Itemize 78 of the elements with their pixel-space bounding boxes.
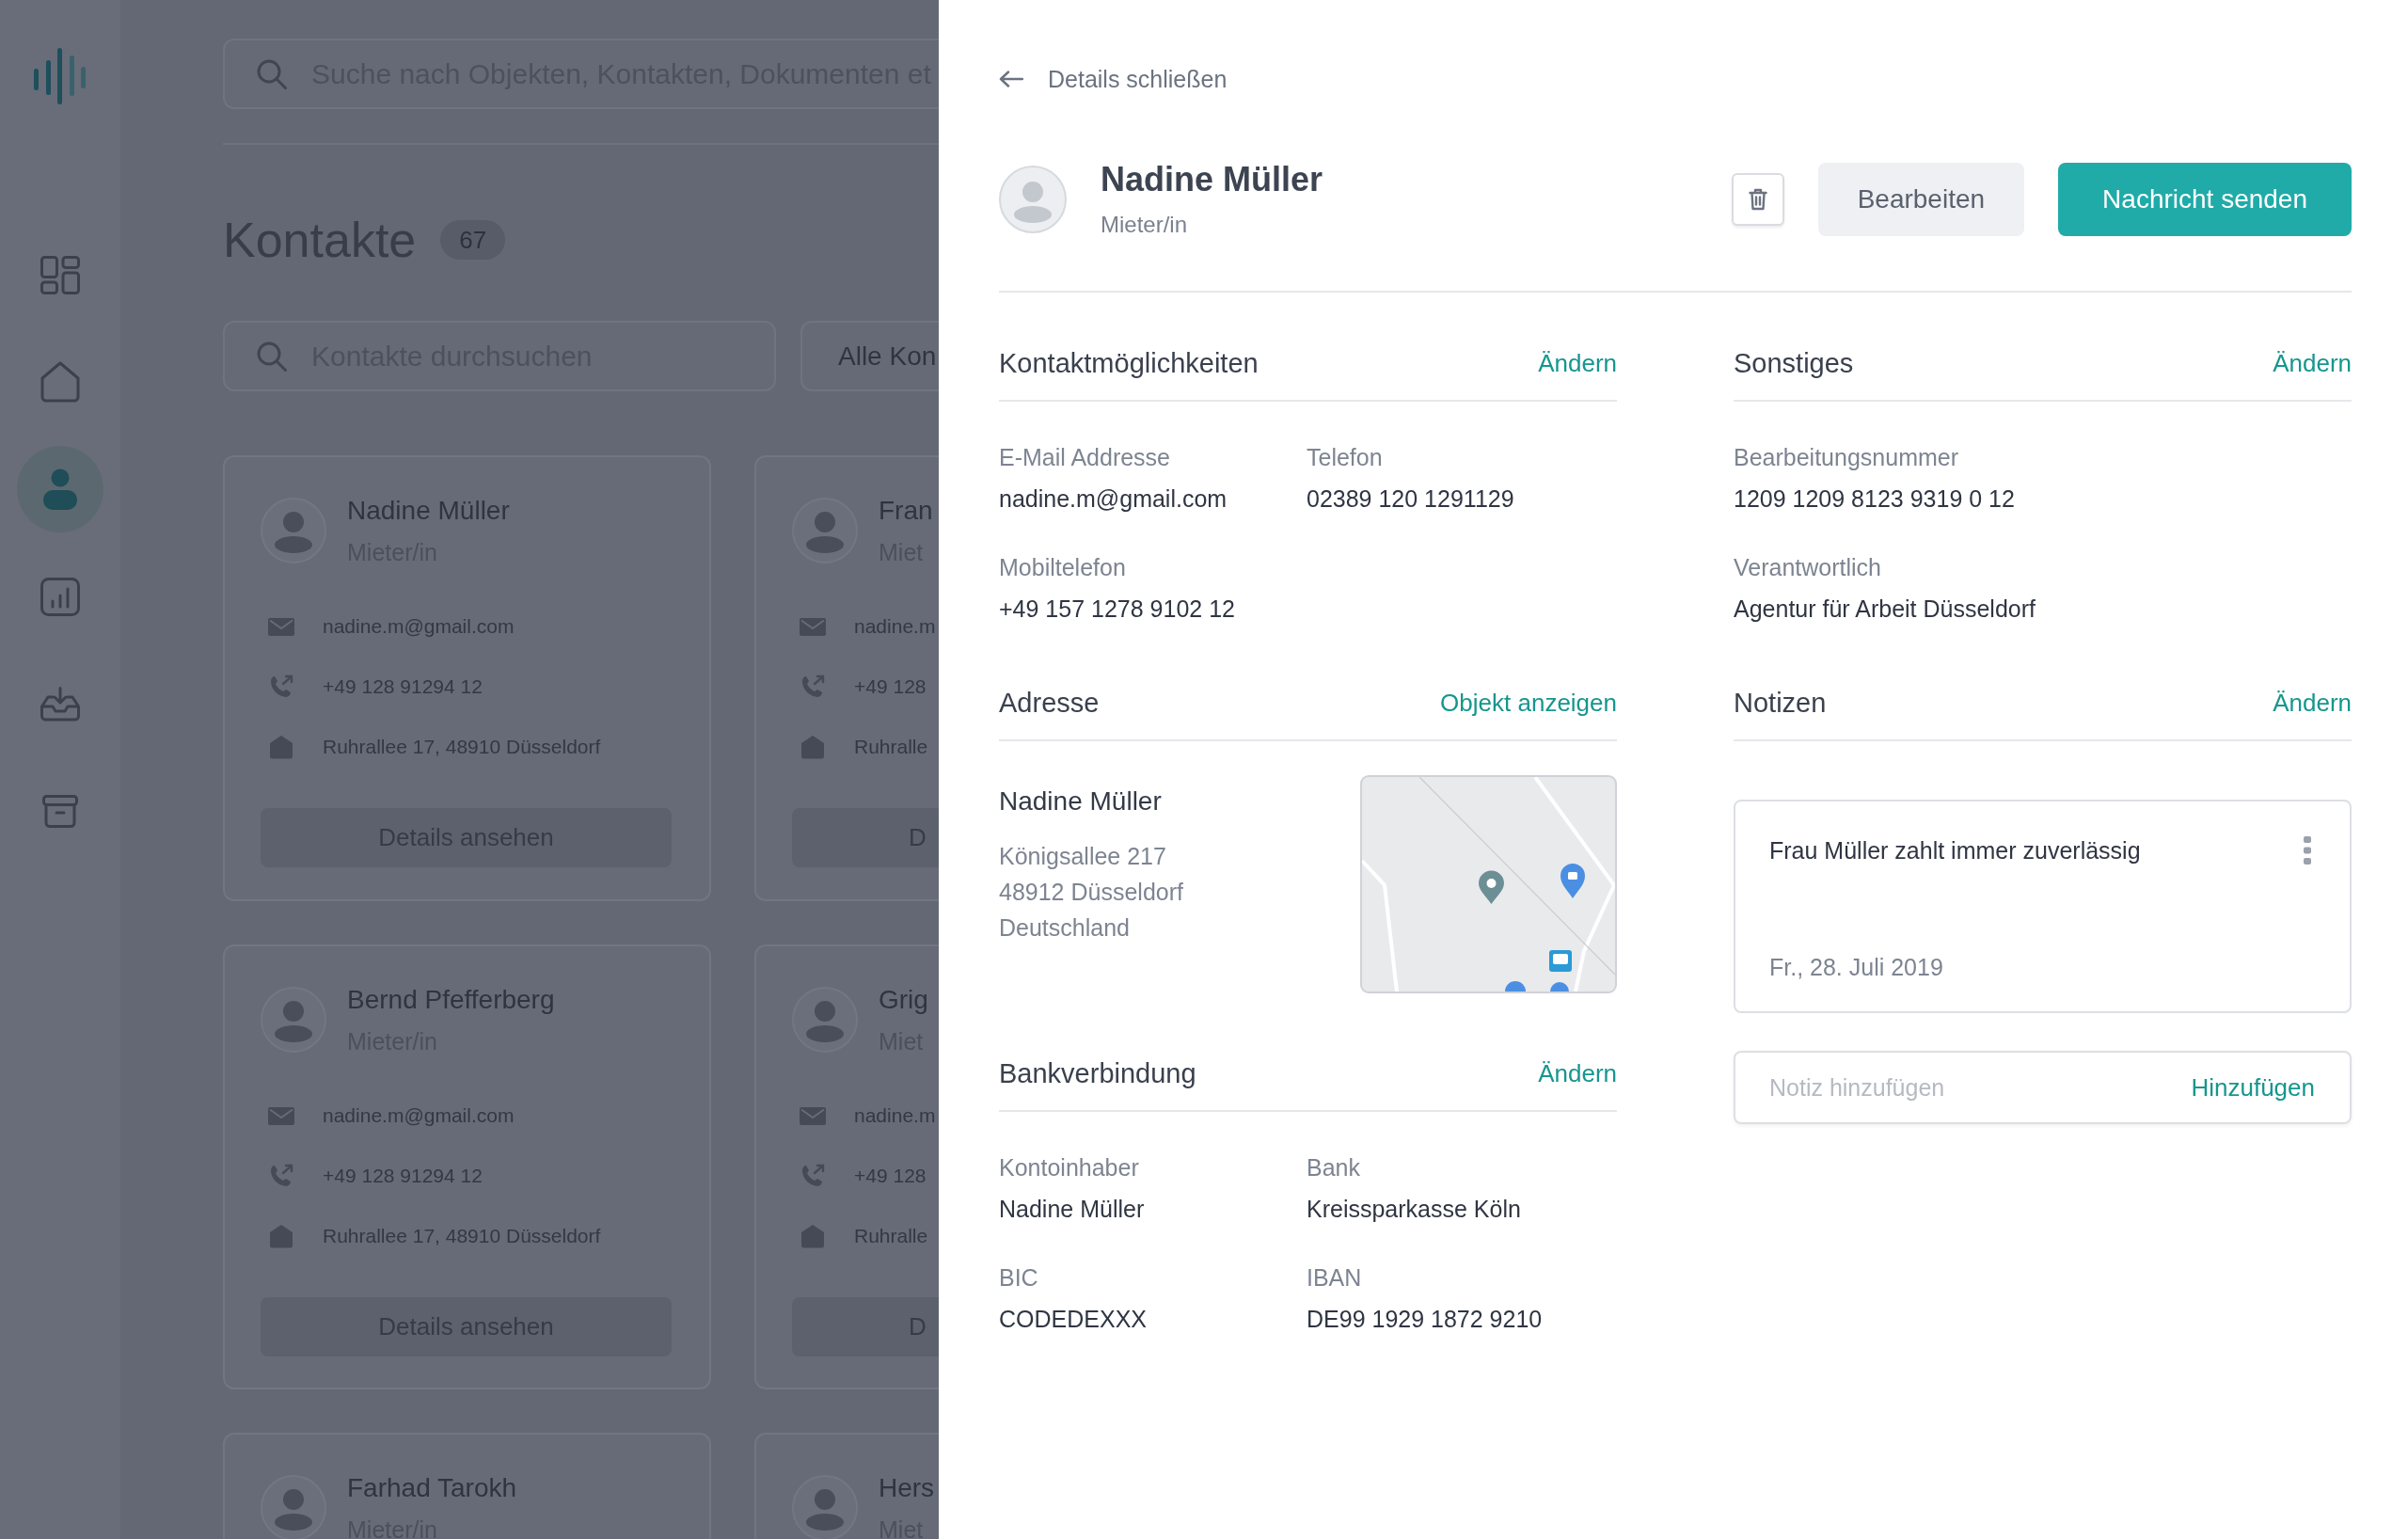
grid-icon — [40, 255, 80, 294]
note-text: Frau Müller zahlt immer zuverlässig — [1769, 836, 2141, 865]
house-icon — [800, 1224, 826, 1248]
field-label: Bank — [1307, 1153, 1361, 1182]
section-title: Notizen — [1734, 687, 1827, 719]
section-link[interactable]: Ändern — [2273, 348, 2352, 378]
field-value: Kreissparkasse Köln — [1307, 1195, 1522, 1223]
logo-icon — [33, 48, 87, 104]
add-note-field[interactable]: Notiz hinzufügen Hinzufügen — [1734, 1051, 2352, 1124]
filter-dropdown[interactable]: Alle Kon — [800, 321, 939, 391]
address-name: Nadine Müller — [999, 785, 1163, 817]
tray-download-icon — [40, 686, 80, 722]
field-value: Agentur für Arbeit Düsseldorf — [1734, 595, 2036, 623]
field-label: Telefon — [1307, 443, 1384, 471]
field-value: 02389 120 1291129 — [1307, 484, 1515, 513]
avatar-icon — [261, 987, 326, 1053]
add-note-button[interactable]: Hinzufügen — [2191, 1072, 2315, 1103]
section-title: Bankverbindung — [999, 1057, 1196, 1089]
section-title: Sonstiges — [1734, 347, 1854, 379]
archive-box-icon — [42, 794, 78, 828]
more-options-icon[interactable] — [2304, 836, 2311, 865]
phone-icon — [800, 1164, 826, 1188]
phone-icon — [268, 1164, 294, 1188]
avatar-icon — [261, 498, 326, 563]
envelope-icon — [268, 617, 294, 636]
section-link[interactable]: Ändern — [1538, 1058, 1617, 1088]
search-icon — [257, 59, 287, 89]
field-label: Kontoinhaber — [999, 1153, 1140, 1182]
trash-icon — [1748, 188, 1767, 211]
bar-chart-icon — [40, 577, 80, 616]
field-label: IBAN — [1307, 1263, 1363, 1292]
house-icon — [268, 735, 294, 759]
address-line: Königsallee 217 — [999, 842, 1167, 871]
house-icon — [800, 735, 826, 759]
field-value: nadine.m@gmail.com — [999, 484, 1228, 513]
section-title: Kontaktmöglichkeiten — [999, 347, 1259, 379]
send-message-button[interactable]: Nachricht senden — [2058, 163, 2352, 236]
field-label: Bearbeitungsnummer — [1734, 443, 1959, 471]
contact-name: Grig — [879, 984, 928, 1016]
note-date: Fr., 28. Juli 2019 — [1769, 953, 1943, 981]
field-label: E-Mail Addresse — [999, 443, 1172, 471]
envelope-icon — [800, 1106, 826, 1125]
section-link[interactable]: Ändern — [1538, 348, 1617, 378]
field-value: 1209 1209 8123 9319 0 12 — [1734, 484, 2016, 513]
field-label: Verantwortlich — [1734, 553, 1883, 581]
contact-name: Nadine Müller — [347, 495, 510, 527]
section-title: Adresse — [999, 687, 1100, 719]
phone-icon — [800, 674, 826, 699]
envelope-icon — [800, 617, 826, 636]
avatar-icon — [999, 166, 1067, 233]
field-value: CODEDEXXX — [999, 1305, 1148, 1333]
address-line: 48912 Düsseldorf — [999, 878, 1183, 907]
contact-role: Mieter/in — [1101, 211, 1189, 239]
address-line: Deutschland — [999, 913, 1131, 943]
avatar-icon — [792, 987, 858, 1053]
contact-name: Farhad Tarokh — [347, 1472, 517, 1504]
contact-name: Bernd Pfefferberg — [347, 984, 555, 1016]
phone-icon — [268, 674, 294, 699]
home-icon — [40, 361, 80, 403]
person-icon — [43, 468, 77, 510]
contact-name: Nadine Müller — [1101, 160, 1323, 199]
section-link[interactable]: Ändern — [2273, 688, 2352, 718]
avatar-icon — [792, 498, 858, 563]
close-details-link[interactable]: Details schließen — [999, 65, 1228, 93]
field-value: DE99 1929 1872 9210 — [1307, 1305, 1544, 1333]
search-icon — [257, 341, 287, 372]
section-link[interactable]: Objekt anzeigen — [1440, 688, 1617, 718]
contact-name: Fran — [879, 495, 933, 527]
edit-button[interactable]: Bearbeiten — [1817, 163, 2025, 236]
contact-name: Hers — [879, 1472, 935, 1504]
delete-button[interactable] — [1731, 173, 1784, 226]
field-label: BIC — [999, 1263, 1039, 1292]
house-icon — [268, 1224, 294, 1248]
field-label: Mobiltelefon — [999, 553, 1127, 581]
field-value: +49 157 1278 9102 12 — [999, 595, 1236, 623]
arrow-left-icon — [999, 71, 1023, 87]
field-value: Nadine Müller — [999, 1195, 1146, 1223]
envelope-icon — [268, 1106, 294, 1125]
